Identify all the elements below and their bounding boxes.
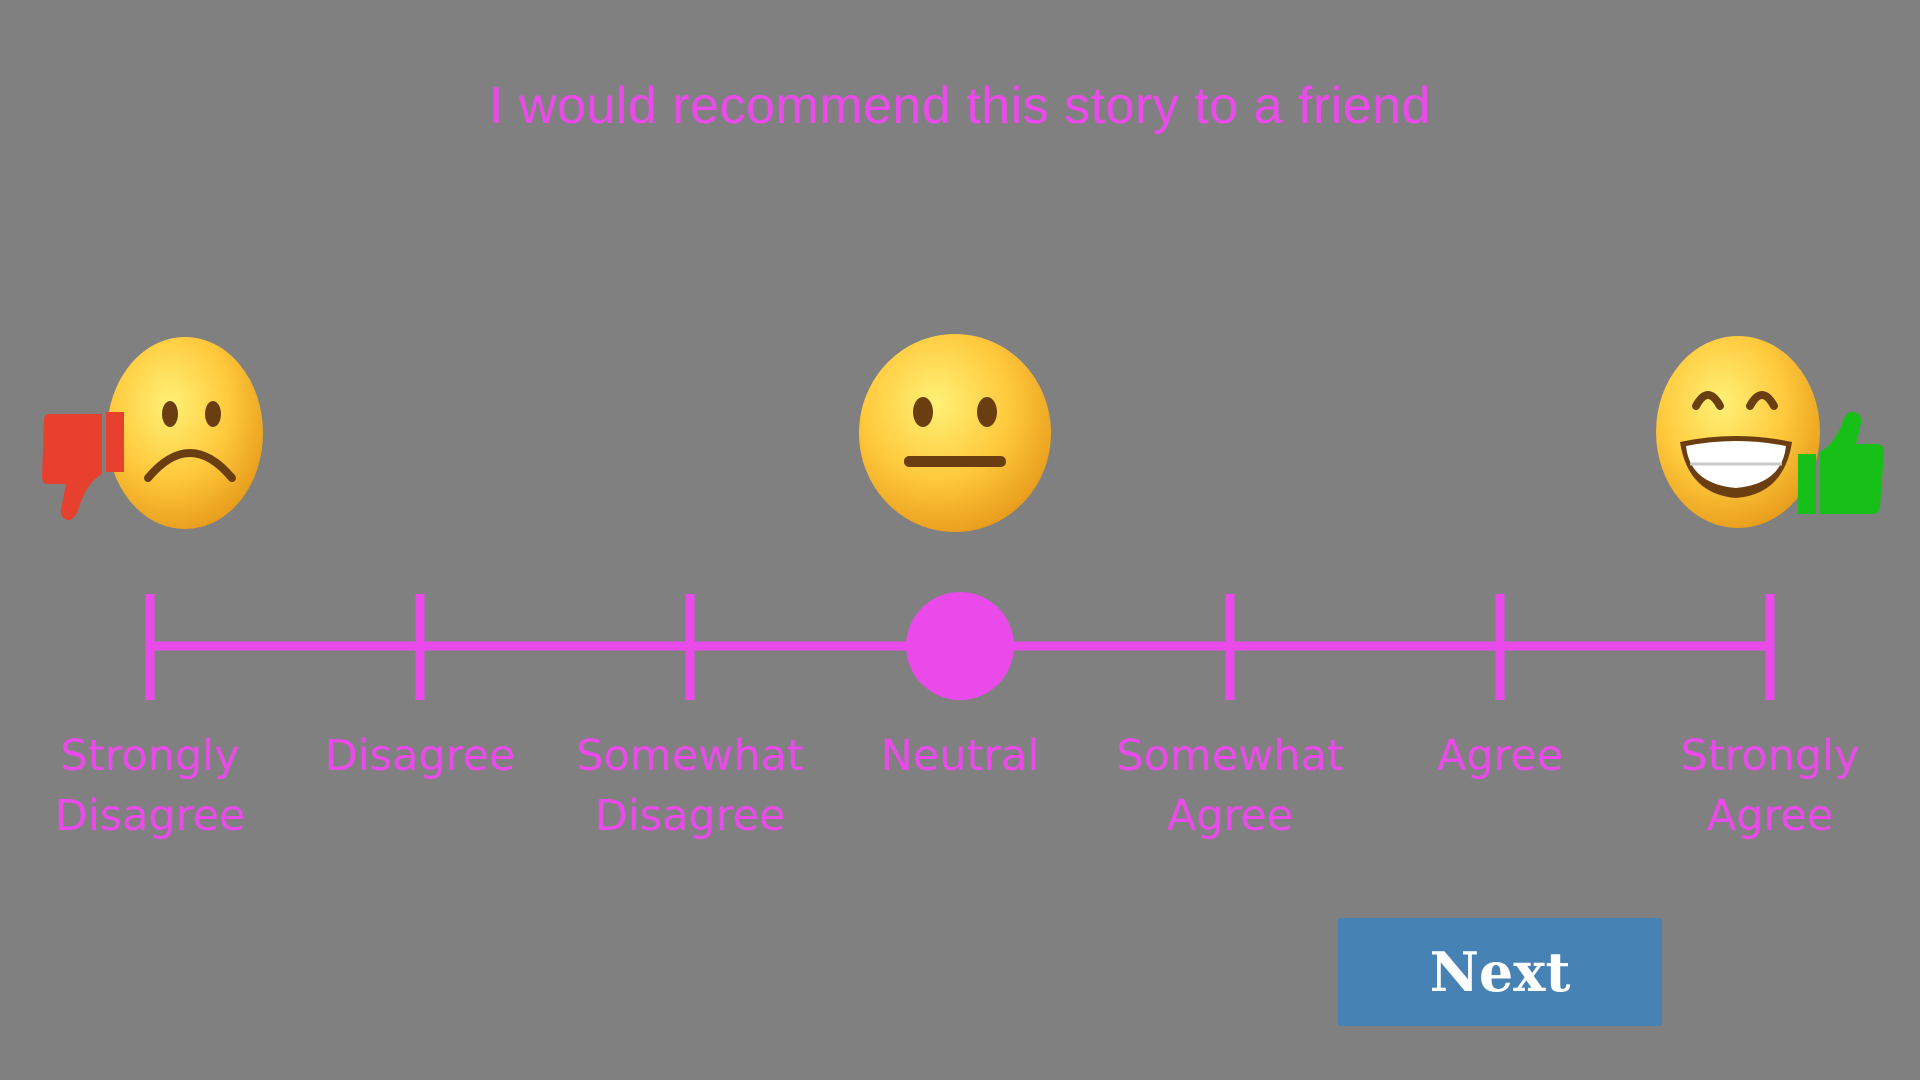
scale-label-strongly-agree[interactable]: Strongly Agree — [1650, 726, 1890, 846]
scale-label-line: Neutral — [880, 731, 1040, 781]
scale-label-neutral[interactable]: Neutral — [840, 726, 1080, 786]
thumbs-down-icon — [40, 412, 126, 524]
scale-label-line: Disagree — [54, 791, 246, 841]
scale-label-line: Disagree — [594, 791, 786, 841]
scale-label-line: Strongly — [1680, 731, 1860, 781]
scale-label-line: Somewhat — [1116, 731, 1344, 781]
scale-label-agree[interactable]: Agree — [1380, 726, 1620, 786]
scale-label-line: Agree — [1706, 791, 1834, 841]
scale-option-somewhat-agree[interactable] — [1170, 586, 1290, 706]
scale-option-neutral[interactable] — [900, 586, 1020, 706]
question-text: I would recommend this story to a friend — [489, 77, 1431, 135]
scale-option-agree[interactable] — [1440, 586, 1560, 706]
scale-label-line: Somewhat — [576, 731, 804, 781]
scale-label-somewhat-disagree[interactable]: Somewhat Disagree — [570, 726, 810, 846]
scale-label-strongly-disagree[interactable]: Strongly Disagree — [30, 726, 270, 846]
scale-label-line: Agree — [1166, 791, 1294, 841]
scale-option-strongly-disagree[interactable] — [90, 586, 210, 706]
scale-option-strongly-agree[interactable] — [1710, 586, 1830, 706]
scale-label-line: Disagree — [324, 731, 516, 781]
scale-label-disagree[interactable]: Disagree — [300, 726, 540, 786]
scale-label-line: Strongly — [60, 731, 240, 781]
scale-option-disagree[interactable] — [360, 586, 480, 706]
scale-label-somewhat-agree[interactable]: Somewhat Agree — [1110, 726, 1350, 846]
neutral-face-icon — [856, 330, 1054, 536]
scale-option-somewhat-disagree[interactable] — [630, 586, 750, 706]
next-button[interactable]: Next — [1338, 918, 1662, 1026]
scale-label-line: Agree — [1436, 731, 1564, 781]
thumbs-up-icon — [1796, 410, 1886, 516]
survey-screen: I would recommend this story to a friend — [0, 0, 1920, 1080]
